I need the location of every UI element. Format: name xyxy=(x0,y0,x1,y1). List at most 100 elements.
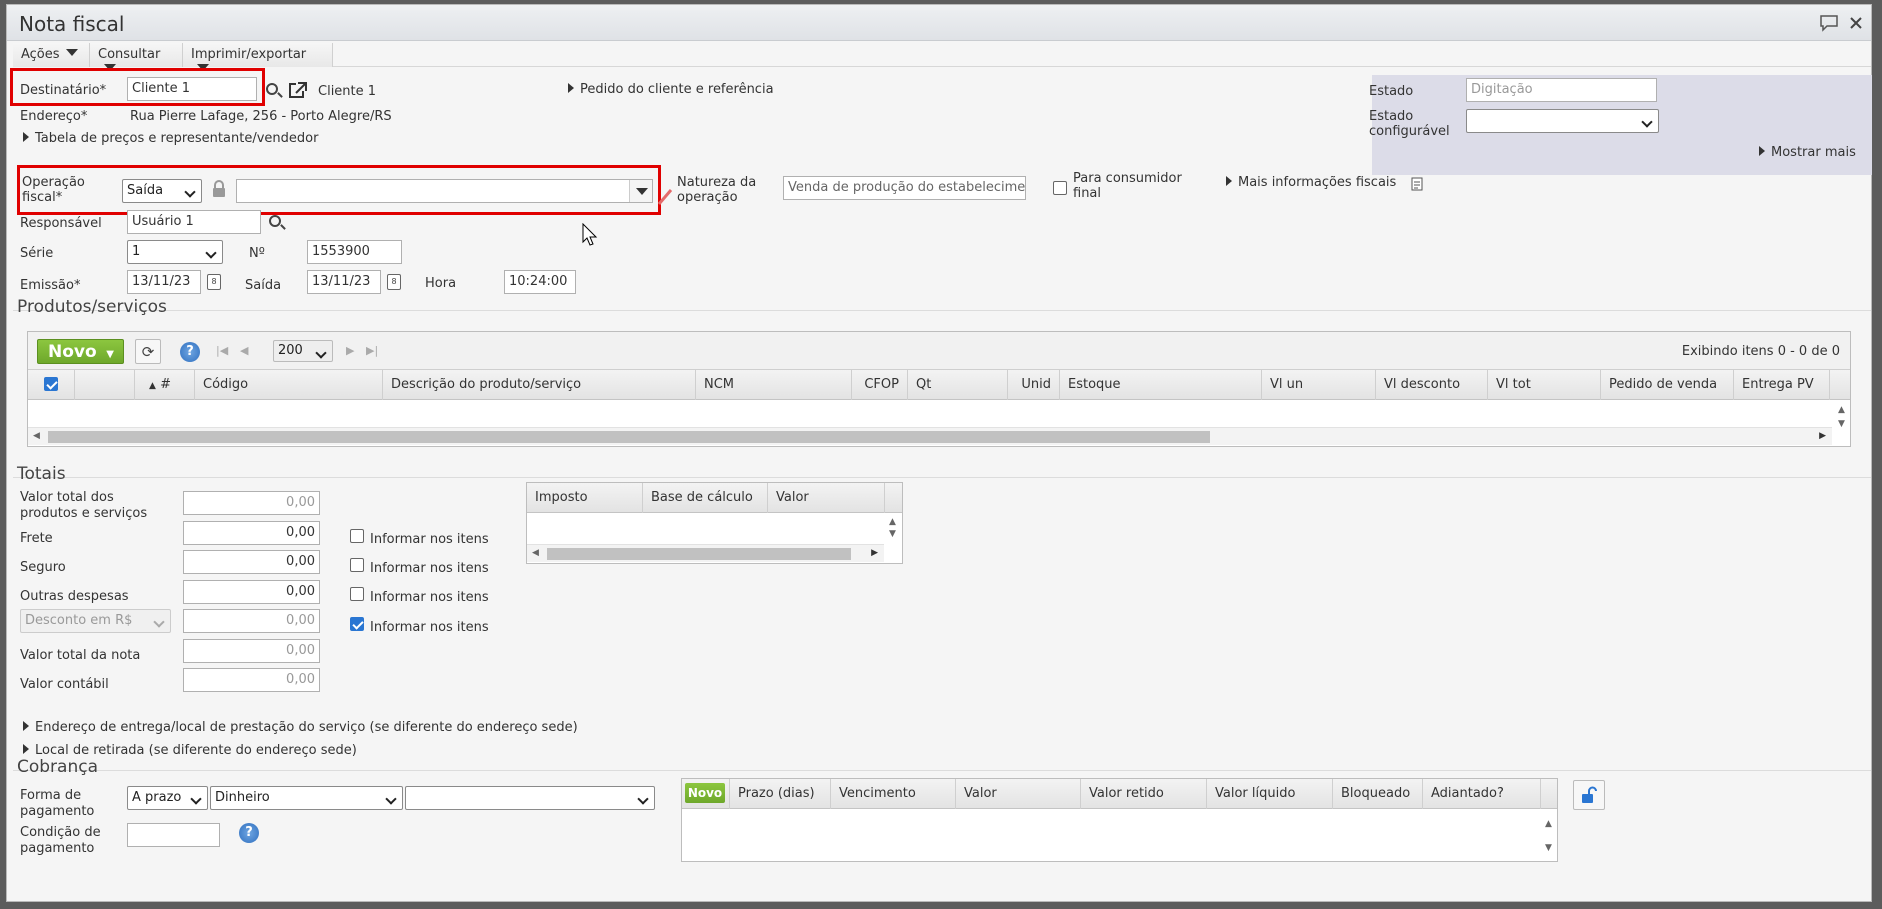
search-icon[interactable] xyxy=(269,215,281,227)
scroll-right-icon[interactable]: ▶ xyxy=(871,548,878,558)
acoes-menu[interactable]: Ações xyxy=(13,43,90,67)
novo-parcela-button[interactable]: Novo xyxy=(685,783,725,803)
estado-label: Estado xyxy=(1369,84,1414,99)
imprimir-menu[interactable]: Imprimir/exportar xyxy=(183,43,333,71)
operacao-combo-dropdown[interactable] xyxy=(629,180,652,202)
col-ncm[interactable]: NCM xyxy=(696,370,852,400)
prev-page-icon[interactable]: ◀ xyxy=(240,344,248,357)
frete-informar-checkbox[interactable] xyxy=(350,529,364,543)
cliente-link[interactable]: Cliente 1 xyxy=(318,84,376,99)
search-icon[interactable] xyxy=(266,83,278,95)
chevron-down-icon xyxy=(636,188,648,195)
scroll-up-icon[interactable]: ▲ xyxy=(1838,405,1845,415)
col-codigo[interactable]: Código xyxy=(195,370,383,400)
responsavel-input[interactable]: Usuário 1 xyxy=(127,210,261,234)
endereco-entrega-link[interactable]: Endereço de entrega/local de prestação d… xyxy=(23,720,578,735)
document-icon[interactable] xyxy=(1411,177,1423,191)
col-vl-desconto[interactable]: Vl desconto xyxy=(1376,370,1488,400)
serie-label: Série xyxy=(20,246,54,261)
next-page-icon[interactable]: ▶ xyxy=(346,344,354,357)
tabela-precos-link[interactable]: Tabela de preços e representante/vendedo… xyxy=(23,131,318,146)
col-prazo[interactable]: Prazo (dias) xyxy=(730,779,831,809)
natureza-operacao-input[interactable]: Venda de produção do estabelecime xyxy=(783,176,1026,200)
scroll-thumb[interactable] xyxy=(48,431,1210,443)
external-link-icon[interactable] xyxy=(288,81,308,99)
operacao-tipo-select[interactable]: Saída xyxy=(122,179,202,203)
condicao-pagamento-label-2: pagamento xyxy=(20,841,95,856)
consultar-menu[interactable]: Consultar xyxy=(90,43,183,71)
scroll-down-icon[interactable]: ▼ xyxy=(889,529,896,539)
meio-pagamento-select[interactable]: Dinheiro xyxy=(210,786,403,810)
seguro-input[interactable]: 0,00 xyxy=(183,550,320,574)
mais-fiscais-label: Mais informações fiscais xyxy=(1238,175,1397,190)
numero-input[interactable]: 1553900 xyxy=(307,240,402,264)
col-descricao[interactable]: Descrição do produto/serviço xyxy=(383,370,696,400)
forma-pagamento-select[interactable]: A prazo xyxy=(127,786,208,810)
page-size-select[interactable]: 200 xyxy=(273,340,333,362)
local-retirada-label: Local de retirada (se diferente do ender… xyxy=(35,743,357,758)
col-unid[interactable]: Unid xyxy=(1008,370,1060,400)
col-vencimento[interactable]: Vencimento xyxy=(831,779,956,809)
scroll-up-icon[interactable]: ▲ xyxy=(889,517,896,527)
col-valor[interactable]: Valor xyxy=(768,483,885,513)
local-retirada-link[interactable]: Local de retirada (se diferente do ender… xyxy=(23,743,357,758)
outras-informar-checkbox[interactable] xyxy=(350,587,364,601)
scroll-left-icon[interactable]: ◀ xyxy=(33,431,40,441)
serie-select[interactable]: 1 xyxy=(127,240,223,264)
hora-input[interactable]: 10:24:00 xyxy=(504,270,576,294)
col-valor[interactable]: Valor xyxy=(956,779,1081,809)
scroll-thumb[interactable] xyxy=(547,548,851,560)
seguro-informar-checkbox[interactable] xyxy=(350,558,364,572)
col-vl-tot[interactable]: Vl tot xyxy=(1488,370,1601,400)
last-page-icon[interactable]: ▶| xyxy=(366,344,378,357)
col-vl-un[interactable]: Vl un xyxy=(1262,370,1376,400)
pencil-icon[interactable] xyxy=(657,186,673,206)
select-all-checkbox[interactable] xyxy=(44,377,58,391)
pedido-link[interactable]: Pedido do cliente e referência xyxy=(568,82,774,97)
close-icon[interactable] xyxy=(1849,16,1863,30)
mostrar-mais-link[interactable]: Mostrar mais xyxy=(1759,145,1856,160)
imposto-hscrollbar[interactable]: ◀ ▶ xyxy=(527,544,884,562)
col-numero[interactable]: ▲ # xyxy=(135,370,195,400)
col-base-calculo[interactable]: Base de cálculo xyxy=(643,483,768,513)
emissao-input[interactable]: 13/11/23 xyxy=(127,270,201,294)
pagamento-extra-select[interactable] xyxy=(405,786,655,810)
help-icon[interactable]: ? xyxy=(239,823,259,843)
col-pedido-venda[interactable]: Pedido de venda xyxy=(1601,370,1734,400)
produtos-hscrollbar[interactable]: ◀ ▶ xyxy=(28,427,1832,445)
calendar-icon[interactable]: 8 xyxy=(207,274,221,290)
consumidor-final-checkbox[interactable] xyxy=(1053,181,1067,195)
col-valor-liquido[interactable]: Valor líquido xyxy=(1207,779,1333,809)
help-icon[interactable]: ? xyxy=(180,342,200,362)
col-estoque[interactable]: Estoque xyxy=(1060,370,1262,400)
scroll-left-icon[interactable]: ◀ xyxy=(532,548,539,558)
col-qt[interactable]: Qt xyxy=(908,370,1008,400)
comment-icon[interactable] xyxy=(1819,14,1839,32)
estado-configuravel-select[interactable] xyxy=(1466,109,1659,133)
first-page-icon[interactable]: |◀ xyxy=(216,344,228,357)
col-entrega-pv[interactable]: Entrega PV xyxy=(1734,370,1830,400)
col-cfop[interactable]: CFOP xyxy=(852,370,908,400)
refresh-button[interactable]: ⟳ xyxy=(135,339,161,364)
novo-produto-button[interactable]: Novo ▼ xyxy=(37,339,124,364)
col-imposto[interactable]: Imposto xyxy=(527,483,643,513)
frete-input[interactable]: 0,00 xyxy=(183,521,320,545)
scroll-right-icon[interactable]: ▶ xyxy=(1819,431,1826,441)
col-valor-retido[interactable]: Valor retido xyxy=(1081,779,1207,809)
scroll-down-icon[interactable]: ▼ xyxy=(1545,843,1552,853)
col-bloqueado[interactable]: Bloqueado xyxy=(1333,779,1423,809)
mais-informacoes-fiscais-link[interactable]: Mais informações fiscais xyxy=(1226,175,1396,190)
operacao-fiscal-combo[interactable] xyxy=(236,179,653,203)
col-adiantado[interactable]: Adiantado? xyxy=(1423,779,1541,809)
produtos-header: ▲ # Código Descrição do produto/serviço … xyxy=(28,370,1850,400)
saida-input[interactable]: 13/11/23 xyxy=(307,270,381,294)
scroll-up-icon[interactable]: ▲ xyxy=(1545,819,1552,829)
outras-informar-label: Informar nos itens xyxy=(370,590,489,605)
unlock-button[interactable] xyxy=(1573,780,1605,810)
scroll-down-icon[interactable]: ▼ xyxy=(1838,419,1845,429)
outras-despesas-input[interactable]: 0,00 xyxy=(183,580,320,604)
desconto-informar-checkbox[interactable] xyxy=(350,617,364,631)
condicao-pagamento-input[interactable] xyxy=(127,823,220,847)
calendar-icon[interactable]: 8 xyxy=(387,274,401,290)
seguro-label: Seguro xyxy=(20,560,66,575)
